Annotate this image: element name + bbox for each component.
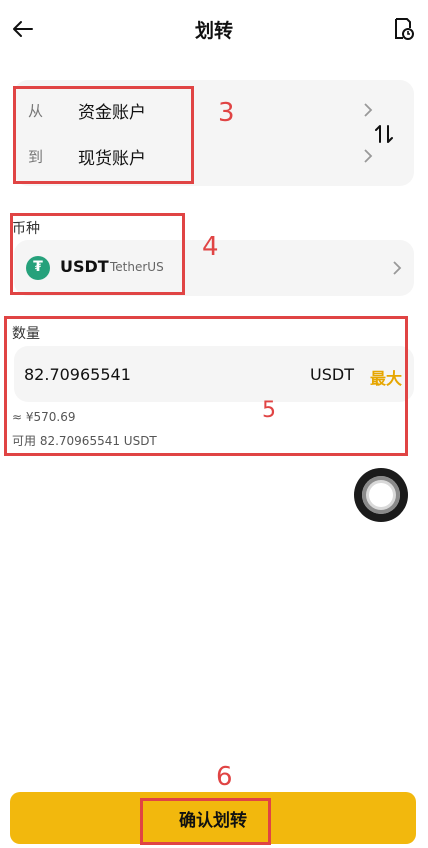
annotation-label-5: 5 <box>262 398 276 423</box>
annotation-label-3: 3 <box>218 98 235 128</box>
page-title: 划转 <box>194 20 233 42</box>
chevron-right-icon <box>392 260 402 276</box>
annotation-box-3 <box>13 86 194 184</box>
top-bar: 划转 <box>0 0 428 58</box>
chevron-right-icon <box>362 102 374 118</box>
floating-assistive-button[interactable] <box>354 468 408 522</box>
annotation-box-6 <box>140 798 271 845</box>
chevron-right-icon <box>362 148 374 164</box>
history-record-icon[interactable] <box>390 16 416 42</box>
floating-center-icon <box>369 483 393 507</box>
annotation-label-4: 4 <box>202 232 219 262</box>
annotation-box-5 <box>4 316 408 456</box>
swap-accounts-icon[interactable] <box>372 122 396 146</box>
annotation-box-4 <box>10 213 185 295</box>
annotation-label-6: 6 <box>216 762 233 792</box>
